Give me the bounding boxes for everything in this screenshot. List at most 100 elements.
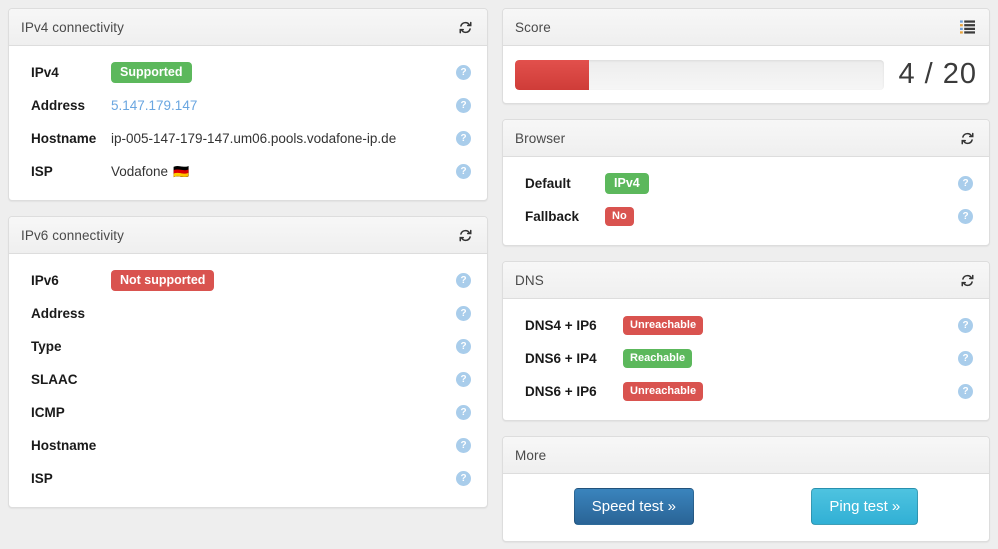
row-label: ISP xyxy=(31,164,53,179)
row-isp: ISP Vodafone 🇩🇪 ? xyxy=(21,155,475,188)
help-icon[interactable]: ? xyxy=(456,164,472,179)
panel-ipv6-title: IPv6 connectivity xyxy=(21,227,124,243)
speed-test-button[interactable]: Speed test » xyxy=(573,488,694,525)
row-label: Address xyxy=(31,306,86,321)
row-help: ? xyxy=(955,384,977,399)
help-icon[interactable]: ? xyxy=(456,372,472,387)
help-icon[interactable]: ? xyxy=(456,98,472,113)
row-label: Fallback xyxy=(525,209,580,224)
panel-more-title: More xyxy=(515,447,547,463)
help-icon[interactable]: ? xyxy=(958,318,973,333)
row-hostname: Hostname ? xyxy=(21,429,475,462)
isp-name: Vodafone xyxy=(111,164,169,179)
status-badge: Unreachable xyxy=(623,316,704,335)
row-isp: ISP ? xyxy=(21,462,475,495)
row-value: Reachable xyxy=(623,348,955,370)
help-icon[interactable]: ? xyxy=(456,306,472,321)
row-value: Supported xyxy=(111,61,453,84)
help-icon[interactable]: ? xyxy=(456,471,472,486)
row-value: Not supported xyxy=(111,269,453,292)
status-badge: IPv4 xyxy=(605,172,649,195)
score-progress-bar xyxy=(515,59,885,90)
panel-score-title: Score xyxy=(515,19,551,35)
row-help: ? xyxy=(453,306,475,321)
row-dns4-ip6: DNS4 + IP6 Unreachable ? xyxy=(515,309,977,342)
row-slaac: SLAAC ? xyxy=(21,363,475,396)
help-icon[interactable]: ? xyxy=(958,384,973,399)
panel-browser-title: Browser xyxy=(515,130,566,146)
row-dns6-ip4: DNS6 + IP4 Reachable ? xyxy=(515,342,977,375)
row-help: ? xyxy=(955,318,977,333)
row-help: ? xyxy=(453,471,475,486)
row-value: Unreachable xyxy=(623,315,955,337)
row-value: IPv4 xyxy=(605,172,955,195)
help-icon[interactable]: ? xyxy=(456,65,472,80)
row-value xyxy=(111,468,453,490)
panel-dns-body: DNS4 + IP6 Unreachable ? DNS6 + IP4 Reac… xyxy=(503,299,989,420)
row-ipv6: IPv6 Not supported ? xyxy=(21,264,475,297)
help-icon[interactable]: ? xyxy=(958,351,973,366)
row-address: Address ? xyxy=(21,297,475,330)
refresh-icon[interactable] xyxy=(957,270,977,290)
row-value-isp: Vodafone 🇩🇪 xyxy=(111,161,453,183)
row-value xyxy=(111,303,453,325)
panel-browser-body: Default IPv4 ? Fallback No ? xyxy=(503,157,989,245)
row-label: SLAAC xyxy=(31,372,78,387)
row-label: DNS6 + IP4 xyxy=(525,351,597,366)
panel-browser: Browser Default IPv4 ? Fallback No ? xyxy=(502,119,990,246)
row-help: ? xyxy=(453,405,475,420)
row-value xyxy=(111,369,453,391)
row-value: Unreachable xyxy=(623,381,955,403)
score-value: 4 / 20 xyxy=(898,58,977,90)
row-help: ? xyxy=(453,164,475,179)
ping-test-button[interactable]: Ping test » xyxy=(811,488,919,525)
refresh-icon[interactable] xyxy=(455,17,475,37)
row-ipv4: IPv4 Supported ? xyxy=(21,56,475,89)
help-icon[interactable]: ? xyxy=(958,209,973,224)
right-column: Score 4 / 20 Browser Default IPv4 ? Fall… xyxy=(495,8,990,549)
row-value: No xyxy=(605,206,955,228)
panel-dns-title: DNS xyxy=(515,272,544,288)
panel-ipv6-body: IPv6 Not supported ? Address ? Type ? SL… xyxy=(9,254,487,507)
status-badge: Reachable xyxy=(623,349,693,368)
row-label: IPv6 xyxy=(31,273,59,288)
help-icon[interactable]: ? xyxy=(958,176,973,191)
row-value xyxy=(111,435,453,457)
help-icon[interactable]: ? xyxy=(456,131,472,146)
help-icon[interactable]: ? xyxy=(456,273,472,288)
help-icon[interactable]: ? xyxy=(456,438,472,453)
row-value-address[interactable]: 5.147.179.147 xyxy=(111,95,453,117)
row-help: ? xyxy=(453,65,475,80)
list-icon[interactable] xyxy=(957,17,977,37)
help-icon[interactable]: ? xyxy=(456,405,472,420)
row-value xyxy=(111,336,453,358)
row-help: ? xyxy=(453,98,475,113)
row-label: DNS6 + IP6 xyxy=(525,384,597,399)
help-icon[interactable]: ? xyxy=(456,339,472,354)
panel-ipv6-header: IPv6 connectivity xyxy=(9,217,488,254)
status-badge: Unreachable xyxy=(623,382,704,401)
panel-browser-header: Browser xyxy=(503,120,989,157)
row-help: ? xyxy=(453,273,475,288)
row-icmp: ICMP ? xyxy=(21,396,475,429)
panel-more-header: More xyxy=(503,437,989,474)
refresh-icon[interactable] xyxy=(455,225,475,245)
row-address: Address 5.147.179.147 ? xyxy=(21,89,475,122)
country-flag-icon: 🇩🇪 xyxy=(173,164,190,179)
row-label: Address xyxy=(31,98,86,113)
row-value-hostname: ip-005-147-179-147.um06.pools.vodafone-i… xyxy=(111,131,397,146)
row-help: ? xyxy=(955,176,977,191)
panel-score-header: Score xyxy=(503,9,989,46)
row-dns6-ip6: DNS6 + IP6 Unreachable ? xyxy=(515,375,977,408)
panel-ipv4-connectivity: IPv4 connectivity IPv4 Supported ? Addre xyxy=(8,8,489,201)
row-label: Hostname xyxy=(31,438,97,453)
row-label: Type xyxy=(31,339,62,354)
row-default: Default IPv4 ? xyxy=(515,167,977,200)
left-column: IPv4 connectivity IPv4 Supported ? Addre xyxy=(8,8,495,549)
row-help: ? xyxy=(955,209,977,224)
row-label: IPv4 xyxy=(31,65,59,80)
panel-dns: DNS DNS4 + IP6 Unreachable ? DNS6 + IP4 xyxy=(502,261,990,421)
refresh-icon[interactable] xyxy=(957,128,977,148)
panel-dns-header: DNS xyxy=(503,262,989,299)
row-value xyxy=(111,402,453,424)
